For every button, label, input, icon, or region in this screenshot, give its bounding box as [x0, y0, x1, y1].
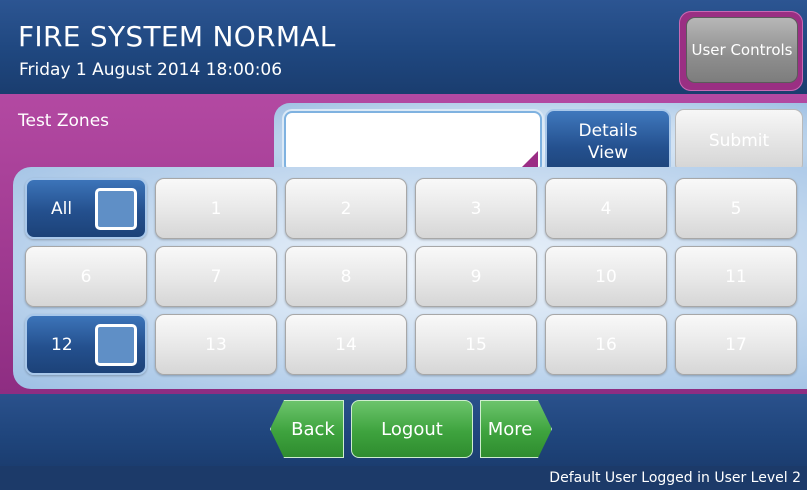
- zone-5-button[interactable]: 5: [675, 178, 797, 239]
- fire-panel-screen: FIRE SYSTEM NORMAL Friday 1 August 2014 …: [0, 0, 807, 490]
- zone-all-checkbox[interactable]: [95, 188, 137, 230]
- zone-entry-field[interactable]: [284, 111, 542, 173]
- back-button[interactable]: Back: [270, 400, 344, 458]
- test-zones-panel: Test Zones Details View Submit All 1 2 3…: [0, 94, 807, 394]
- zone-12-checkbox[interactable]: [95, 324, 137, 366]
- zone-13-button[interactable]: 13: [155, 314, 277, 375]
- zone-15-button[interactable]: 15: [415, 314, 537, 375]
- zone-1-button[interactable]: 1: [155, 178, 277, 239]
- date-time-display: Friday 1 August 2014 18:00:06: [19, 60, 283, 80]
- zone-12-button[interactable]: 12: [25, 314, 147, 375]
- user-login-status: Default User Logged in User Level 2: [549, 470, 801, 486]
- zone-all-label: All: [51, 198, 73, 219]
- panel-title: Test Zones: [18, 111, 110, 131]
- user-controls-button[interactable]: User Controls: [686, 17, 798, 83]
- zone-10-button[interactable]: 10: [545, 246, 667, 307]
- zone-6-button[interactable]: 6: [25, 246, 147, 307]
- zone-7-button[interactable]: 7: [155, 246, 277, 307]
- zone-17-button[interactable]: 17: [675, 314, 797, 375]
- zone-8-button[interactable]: 8: [285, 246, 407, 307]
- zone-3-button[interactable]: 3: [415, 178, 537, 239]
- more-button[interactable]: More: [480, 400, 552, 458]
- zone-11-button[interactable]: 11: [675, 246, 797, 307]
- details-label-line2: View: [587, 143, 629, 163]
- zone-16-button[interactable]: 16: [545, 314, 667, 375]
- zone-2-button[interactable]: 2: [285, 178, 407, 239]
- zone-all-button[interactable]: All: [25, 178, 147, 239]
- status-bar: Default User Logged in User Level 2: [0, 466, 807, 490]
- details-label-line1: Details: [578, 121, 638, 141]
- zone-9-button[interactable]: 9: [415, 246, 537, 307]
- logout-button[interactable]: Logout: [351, 400, 473, 458]
- system-status-title: FIRE SYSTEM NORMAL: [18, 20, 336, 53]
- zone-14-button[interactable]: 14: [285, 314, 407, 375]
- zone-4-button[interactable]: 4: [545, 178, 667, 239]
- zone-12-label: 12: [51, 334, 73, 355]
- navigation-bar: Back Logout More: [0, 394, 807, 466]
- details-view-button[interactable]: Details View: [545, 109, 671, 175]
- user-controls-frame: User Controls: [679, 11, 803, 91]
- submit-button[interactable]: Submit: [675, 109, 803, 173]
- header-bar: FIRE SYSTEM NORMAL Friday 1 August 2014 …: [0, 0, 807, 94]
